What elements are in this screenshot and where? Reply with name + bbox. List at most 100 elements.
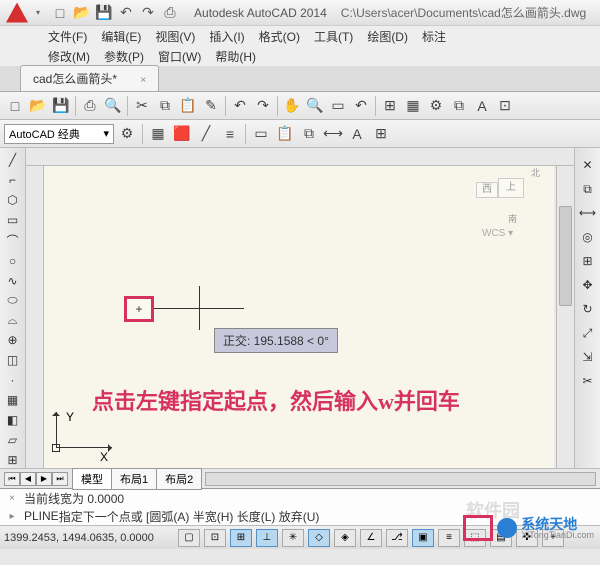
tool-block[interactable]: ◫ — [3, 352, 23, 368]
menu-params[interactable]: 参数(P) — [104, 48, 144, 65]
tool-erase[interactable]: ✕ — [578, 156, 598, 174]
menu-window[interactable]: 窗口(W) — [158, 48, 201, 65]
tool-pline[interactable]: ⌐ — [3, 172, 23, 188]
tb-sheetset[interactable]: ⧉ — [448, 95, 470, 117]
qat-redo[interactable]: ↷ — [138, 3, 158, 23]
menu-view[interactable]: 视图(V) — [155, 28, 195, 45]
app-logo[interactable] — [6, 3, 28, 23]
ws-ltype[interactable]: ╱ — [195, 123, 217, 145]
tb-copy[interactable]: ⧉ — [154, 95, 176, 117]
ws-text[interactable]: A — [346, 123, 368, 145]
qat-undo[interactable]: ↶ — [116, 3, 136, 23]
tool-table[interactable]: ⊞ — [3, 452, 23, 468]
viewcube-wcs[interactable]: WCS ▾ — [482, 228, 513, 239]
tool-rotate[interactable]: ↻ — [578, 300, 598, 318]
tool-ellipse[interactable]: ⬭ — [3, 293, 23, 309]
sb-3dosnap[interactable]: ◈ — [334, 529, 356, 547]
tool-arc[interactable]: ⌒ — [3, 232, 23, 249]
sb-polar[interactable]: ✳ — [282, 529, 304, 547]
tb-redo[interactable]: ↷ — [252, 95, 274, 117]
tb-save[interactable]: 💾 — [50, 95, 72, 117]
nav-first[interactable]: ⏮ — [4, 472, 20, 486]
cmd-opt-halfwidth[interactable]: 半宽(H) — [193, 508, 234, 525]
menu-edit[interactable]: 编辑(E) — [101, 28, 141, 45]
viewcube-top[interactable]: 上 — [498, 178, 524, 198]
tool-mirror[interactable]: ⟷ — [578, 204, 598, 222]
ws-lweight[interactable]: ≡ — [219, 123, 241, 145]
tool-hatch[interactable]: ▦ — [3, 392, 23, 408]
tb-toolpalette[interactable]: ⚙ — [425, 95, 447, 117]
sb-dyn[interactable]: ▣ — [412, 529, 434, 547]
qat-new[interactable]: □ — [50, 3, 70, 23]
ws-block[interactable]: ▭ — [250, 123, 272, 145]
cmd-opt-length[interactable]: 长度(L) — [237, 508, 276, 525]
ws-dim[interactable]: ⟷ — [322, 123, 344, 145]
tb-props[interactable]: ⊞ — [379, 95, 401, 117]
sb-grid[interactable]: ⊞ — [230, 529, 252, 547]
cmd-toggle-icon[interactable]: × — [4, 491, 20, 505]
tool-spline[interactable]: ∿ — [3, 273, 23, 289]
ws-gear[interactable]: ⚙ — [116, 123, 138, 145]
qat-save[interactable]: 💾 — [94, 3, 114, 23]
sb-ortho[interactable]: ⊥ — [256, 529, 278, 547]
nav-last[interactable]: ⏭ — [52, 472, 68, 486]
sb-otrack[interactable]: ∠ — [360, 529, 382, 547]
sb-snap[interactable]: ⊡ — [204, 529, 226, 547]
qat-print[interactable]: ⎙ — [160, 3, 180, 23]
sb-infer[interactable]: ▢ — [178, 529, 200, 547]
menu-dim[interactable]: 标注 — [422, 28, 446, 45]
coord-display[interactable]: 1399.2453, 1494.0635, 0.0000 — [4, 532, 174, 544]
menu-insert[interactable]: 插入(I) — [209, 28, 244, 45]
tab-layout1[interactable]: 布局1 — [111, 468, 157, 490]
workspace-combo[interactable]: AutoCAD 经典 ▾ — [4, 124, 114, 144]
tb-designcenter[interactable]: ▦ — [402, 95, 424, 117]
tb-match[interactable]: ✎ — [200, 95, 222, 117]
tb-preview[interactable]: 🔍 — [102, 95, 124, 117]
sb-osnap[interactable]: ◇ — [308, 529, 330, 547]
viewcube[interactable]: 北 西 上 南 WCS ▾ — [476, 174, 546, 244]
tool-move[interactable]: ✥ — [578, 276, 598, 294]
cmd-opt-undo[interactable]: 放弃(U) — [279, 508, 320, 525]
tool-region[interactable]: ▱ — [3, 432, 23, 448]
tool-ellipse-arc[interactable]: ⌓ — [3, 313, 23, 329]
tool-trim[interactable]: ✂ — [578, 372, 598, 390]
tool-stretch[interactable]: ⇲ — [578, 348, 598, 366]
tb-zoom[interactable]: 🔍 — [304, 95, 326, 117]
tb-undo[interactable]: ↶ — [229, 95, 251, 117]
tool-point[interactable]: · — [3, 372, 23, 388]
tool-array[interactable]: ⊞ — [578, 252, 598, 270]
tool-rect[interactable]: ▭ — [3, 212, 23, 228]
tool-line[interactable]: ╱ — [3, 152, 23, 168]
tb-zoom-prev[interactable]: ↶ — [350, 95, 372, 117]
qat-open[interactable]: 📂 — [72, 3, 92, 23]
app-menu-arrow[interactable]: ▾ — [36, 8, 40, 17]
viewcube-west[interactable]: 西 — [476, 182, 498, 198]
sb-lwt[interactable]: ≡ — [438, 529, 460, 547]
tool-scale[interactable]: ⤢ — [578, 324, 598, 342]
menu-draw[interactable]: 绘图(D) — [367, 28, 408, 45]
tb-pan[interactable]: ✋ — [281, 95, 303, 117]
menu-modify[interactable]: 修改(M) — [48, 48, 90, 65]
tb-new[interactable]: □ — [4, 95, 26, 117]
menu-tools[interactable]: 工具(T) — [314, 28, 353, 45]
nav-next[interactable]: ▶ — [36, 472, 52, 486]
scrollbar-vertical[interactable] — [556, 166, 574, 468]
tab-model[interactable]: 模型 — [72, 468, 112, 490]
cmd-opt-arc[interactable]: 圆弧(A) — [149, 508, 189, 525]
nav-prev[interactable]: ◀ — [20, 472, 36, 486]
ws-color[interactable]: 🟥 — [171, 123, 193, 145]
ws-layer[interactable]: ▦ — [147, 123, 169, 145]
tool-insert[interactable]: ⊕ — [3, 333, 23, 349]
tb-markup[interactable]: A — [471, 95, 493, 117]
menu-file[interactable]: 文件(F) — [48, 28, 87, 45]
tab-layout2[interactable]: 布局2 — [156, 468, 202, 490]
tool-polygon[interactable]: ⬡ — [3, 192, 23, 208]
ws-insert[interactable]: 📋 — [274, 123, 296, 145]
ws-ref[interactable]: ⧉ — [298, 123, 320, 145]
tb-cut[interactable]: ✂ — [131, 95, 153, 117]
tb-zoom-window[interactable]: ▭ — [327, 95, 349, 117]
menu-format[interactable]: 格式(O) — [259, 28, 300, 45]
tb-quickcalc[interactable]: ⊡ — [494, 95, 516, 117]
menu-help[interactable]: 帮助(H) — [215, 48, 256, 65]
ws-table[interactable]: ⊞ — [370, 123, 392, 145]
